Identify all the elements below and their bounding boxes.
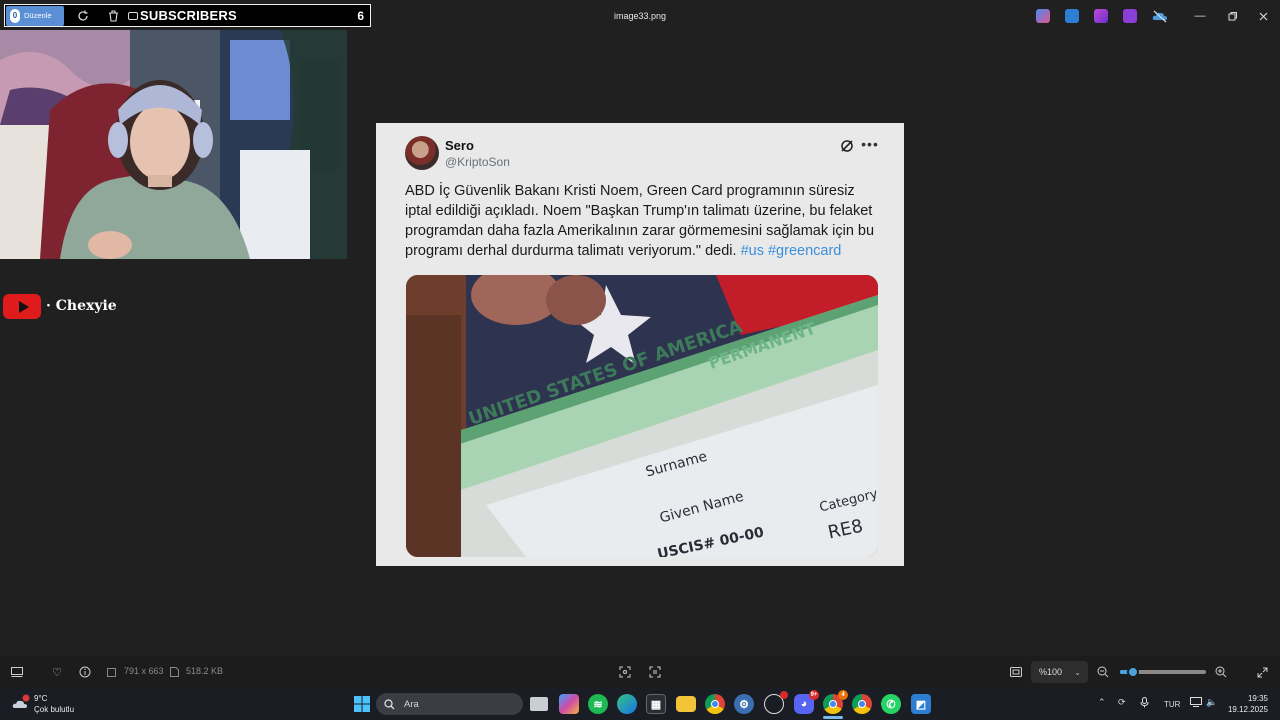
- discord-icon[interactable]: ◕ 9+: [794, 690, 819, 714]
- microphone-icon[interactable]: [1140, 697, 1149, 710]
- copilot-icon[interactable]: [1036, 9, 1050, 23]
- chrome-active-icon[interactable]: 4: [823, 690, 848, 714]
- zoom-in-icon[interactable]: [1212, 664, 1230, 680]
- subscribers-label: SUBSCRIBERS: [140, 8, 237, 23]
- volume-icon[interactable]: 🔈: [1206, 697, 1217, 708]
- designer-icon[interactable]: [1094, 9, 1108, 23]
- task-view-icon[interactable]: [530, 697, 548, 711]
- clock-date[interactable]: 19.12.2025: [1222, 705, 1268, 714]
- eye-outline-icon: [128, 11, 138, 20]
- search-icon: [384, 698, 395, 709]
- heart-icon[interactable]: ♡: [48, 664, 66, 680]
- zoom-value: %100: [1039, 667, 1063, 677]
- clock-time[interactable]: 19:35: [1226, 694, 1268, 703]
- eye-icon: 0: [10, 8, 20, 23]
- weather-description: Çok bulutlu: [34, 705, 75, 714]
- zoom-dropdown[interactable]: %100 ⌄: [1031, 661, 1088, 683]
- edit-label: Düzenle: [24, 11, 52, 20]
- close-button[interactable]: [1252, 6, 1274, 26]
- info-icon[interactable]: [76, 664, 94, 680]
- fit-screen-icon[interactable]: [1007, 664, 1025, 680]
- chevron-down-icon: ⌄: [1074, 667, 1081, 677]
- edge-icon[interactable]: [617, 694, 637, 714]
- photos-edit-icon[interactable]: [1065, 9, 1079, 23]
- clipchamp-icon[interactable]: [1123, 9, 1137, 23]
- window-title: image33.png: [613, 11, 667, 21]
- grok-icon: [838, 137, 856, 155]
- zoom-out-icon[interactable]: [1094, 664, 1112, 680]
- chevron-up-icon[interactable]: ⌃: [1098, 697, 1106, 708]
- chrome-icon[interactable]: [705, 694, 725, 714]
- more-options-icon: •••: [861, 136, 879, 152]
- subscribers-count: 6: [357, 8, 364, 23]
- weather-cloud-icon[interactable]: [11, 693, 31, 713]
- spotify-icon[interactable]: ≋: [588, 694, 608, 714]
- trash-icon[interactable]: [98, 6, 128, 26]
- tweet-handle: @KriptoSon: [445, 155, 510, 169]
- refresh-icon[interactable]: [68, 6, 98, 26]
- sync-icon[interactable]: ⟳: [1118, 697, 1126, 708]
- tweet-card: Sero @KriptoSon ••• ABD İç Güvenlik Baka…: [376, 123, 904, 566]
- photos-icon[interactable]: ◩: [911, 694, 931, 714]
- channel-name: · Chexyie: [46, 298, 117, 314]
- copilot-taskbar-icon[interactable]: [559, 694, 579, 714]
- zoom-slider-thumb[interactable]: [1126, 666, 1139, 678]
- file-size: 518.2 KB: [186, 666, 224, 676]
- file-size-icon: [167, 664, 181, 680]
- language-indicator[interactable]: TUR: [1164, 700, 1180, 709]
- maximize-button[interactable]: [1221, 6, 1243, 26]
- store-icon[interactable]: ▦: [646, 694, 666, 714]
- edit-button[interactable]: 0 Düzenle: [6, 5, 64, 26]
- taskbar-search[interactable]: Ara: [376, 693, 523, 715]
- obs-icon[interactable]: [764, 691, 788, 714]
- display-icon[interactable]: [1190, 697, 1202, 709]
- chrome-badge: 4: [838, 690, 848, 700]
- avatar: [405, 136, 439, 170]
- windows-start-icon[interactable]: [352, 694, 372, 714]
- youtube-icon: [3, 294, 41, 319]
- tweet-hashtags: #us #greencard: [740, 243, 842, 259]
- crop-icon[interactable]: [616, 664, 634, 680]
- tweet-author: Sero: [445, 138, 474, 153]
- subscribers-widget: 0 Düzenle SUBSCRIBERS 6: [4, 4, 371, 27]
- minimize-button[interactable]: —: [1189, 6, 1211, 26]
- onedrive-icon[interactable]: [1152, 9, 1167, 23]
- active-app-indicator: [823, 716, 843, 719]
- whatsapp-icon[interactable]: ✆: [881, 694, 901, 714]
- file-explorer-icon[interactable]: [676, 696, 696, 712]
- search-placeholder: Ara: [404, 698, 419, 710]
- fullscreen-icon[interactable]: [1253, 664, 1271, 680]
- obs-notification-dot: [780, 691, 788, 699]
- discord-badge: 9+: [809, 690, 819, 700]
- webcam-feed: [0, 30, 347, 259]
- image-dimensions: 791 x 663: [124, 666, 164, 676]
- weather-temperature: 9°C: [34, 694, 48, 703]
- filmstrip-icon[interactable]: [8, 664, 26, 680]
- steam-icon[interactable]: ⚙: [734, 694, 754, 714]
- ocr-icon[interactable]: [646, 664, 664, 680]
- dimensions-icon: [104, 664, 118, 680]
- taskbar: [0, 688, 1280, 720]
- tweet-image: UNITED STATES OF AMERICA PERMANENT Surna…: [406, 275, 878, 557]
- tweet-text: ABD İç Güvenlik Bakanı Kristi Noem, Gree…: [405, 181, 885, 261]
- chrome-profile-icon[interactable]: [852, 694, 872, 714]
